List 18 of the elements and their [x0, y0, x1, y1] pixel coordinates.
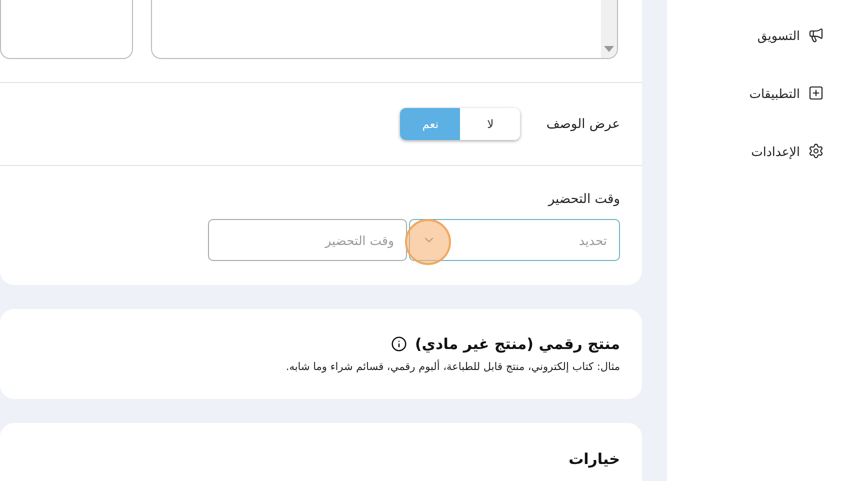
field-label: عرض الوصف [546, 116, 620, 132]
text-area[interactable] [0, 0, 133, 59]
apps-icon [808, 85, 824, 101]
toggle-option[interactable]: لا [460, 108, 520, 140]
sidebar-item[interactable]: التطبيقات [667, 82, 860, 104]
sidebar-item[interactable]: الإعدادات [667, 140, 860, 162]
field-label: وقت التحضير [546, 192, 620, 207]
info-icon[interactable] [390, 336, 407, 352]
settings-icon [808, 143, 824, 159]
input-field[interactable]: وقت التحضير [208, 219, 407, 261]
section-description: مثال: كتاب إلكتروني، منتج قابل للطباعة، ألبوم رقمي، قسائم شراء وما شابه. [284, 361, 620, 373]
tap-indicator [405, 219, 451, 265]
section-title: خيارات [568, 450, 620, 468]
scroll-down-arrow-icon[interactable] [604, 46, 614, 52]
text-area[interactable] [150, 0, 618, 59]
sidebar-item[interactable]: التسويق [667, 24, 860, 46]
section-title: منتج رقمي (منتج غير مادي) [414, 335, 620, 353]
megaphone-icon [808, 27, 824, 43]
